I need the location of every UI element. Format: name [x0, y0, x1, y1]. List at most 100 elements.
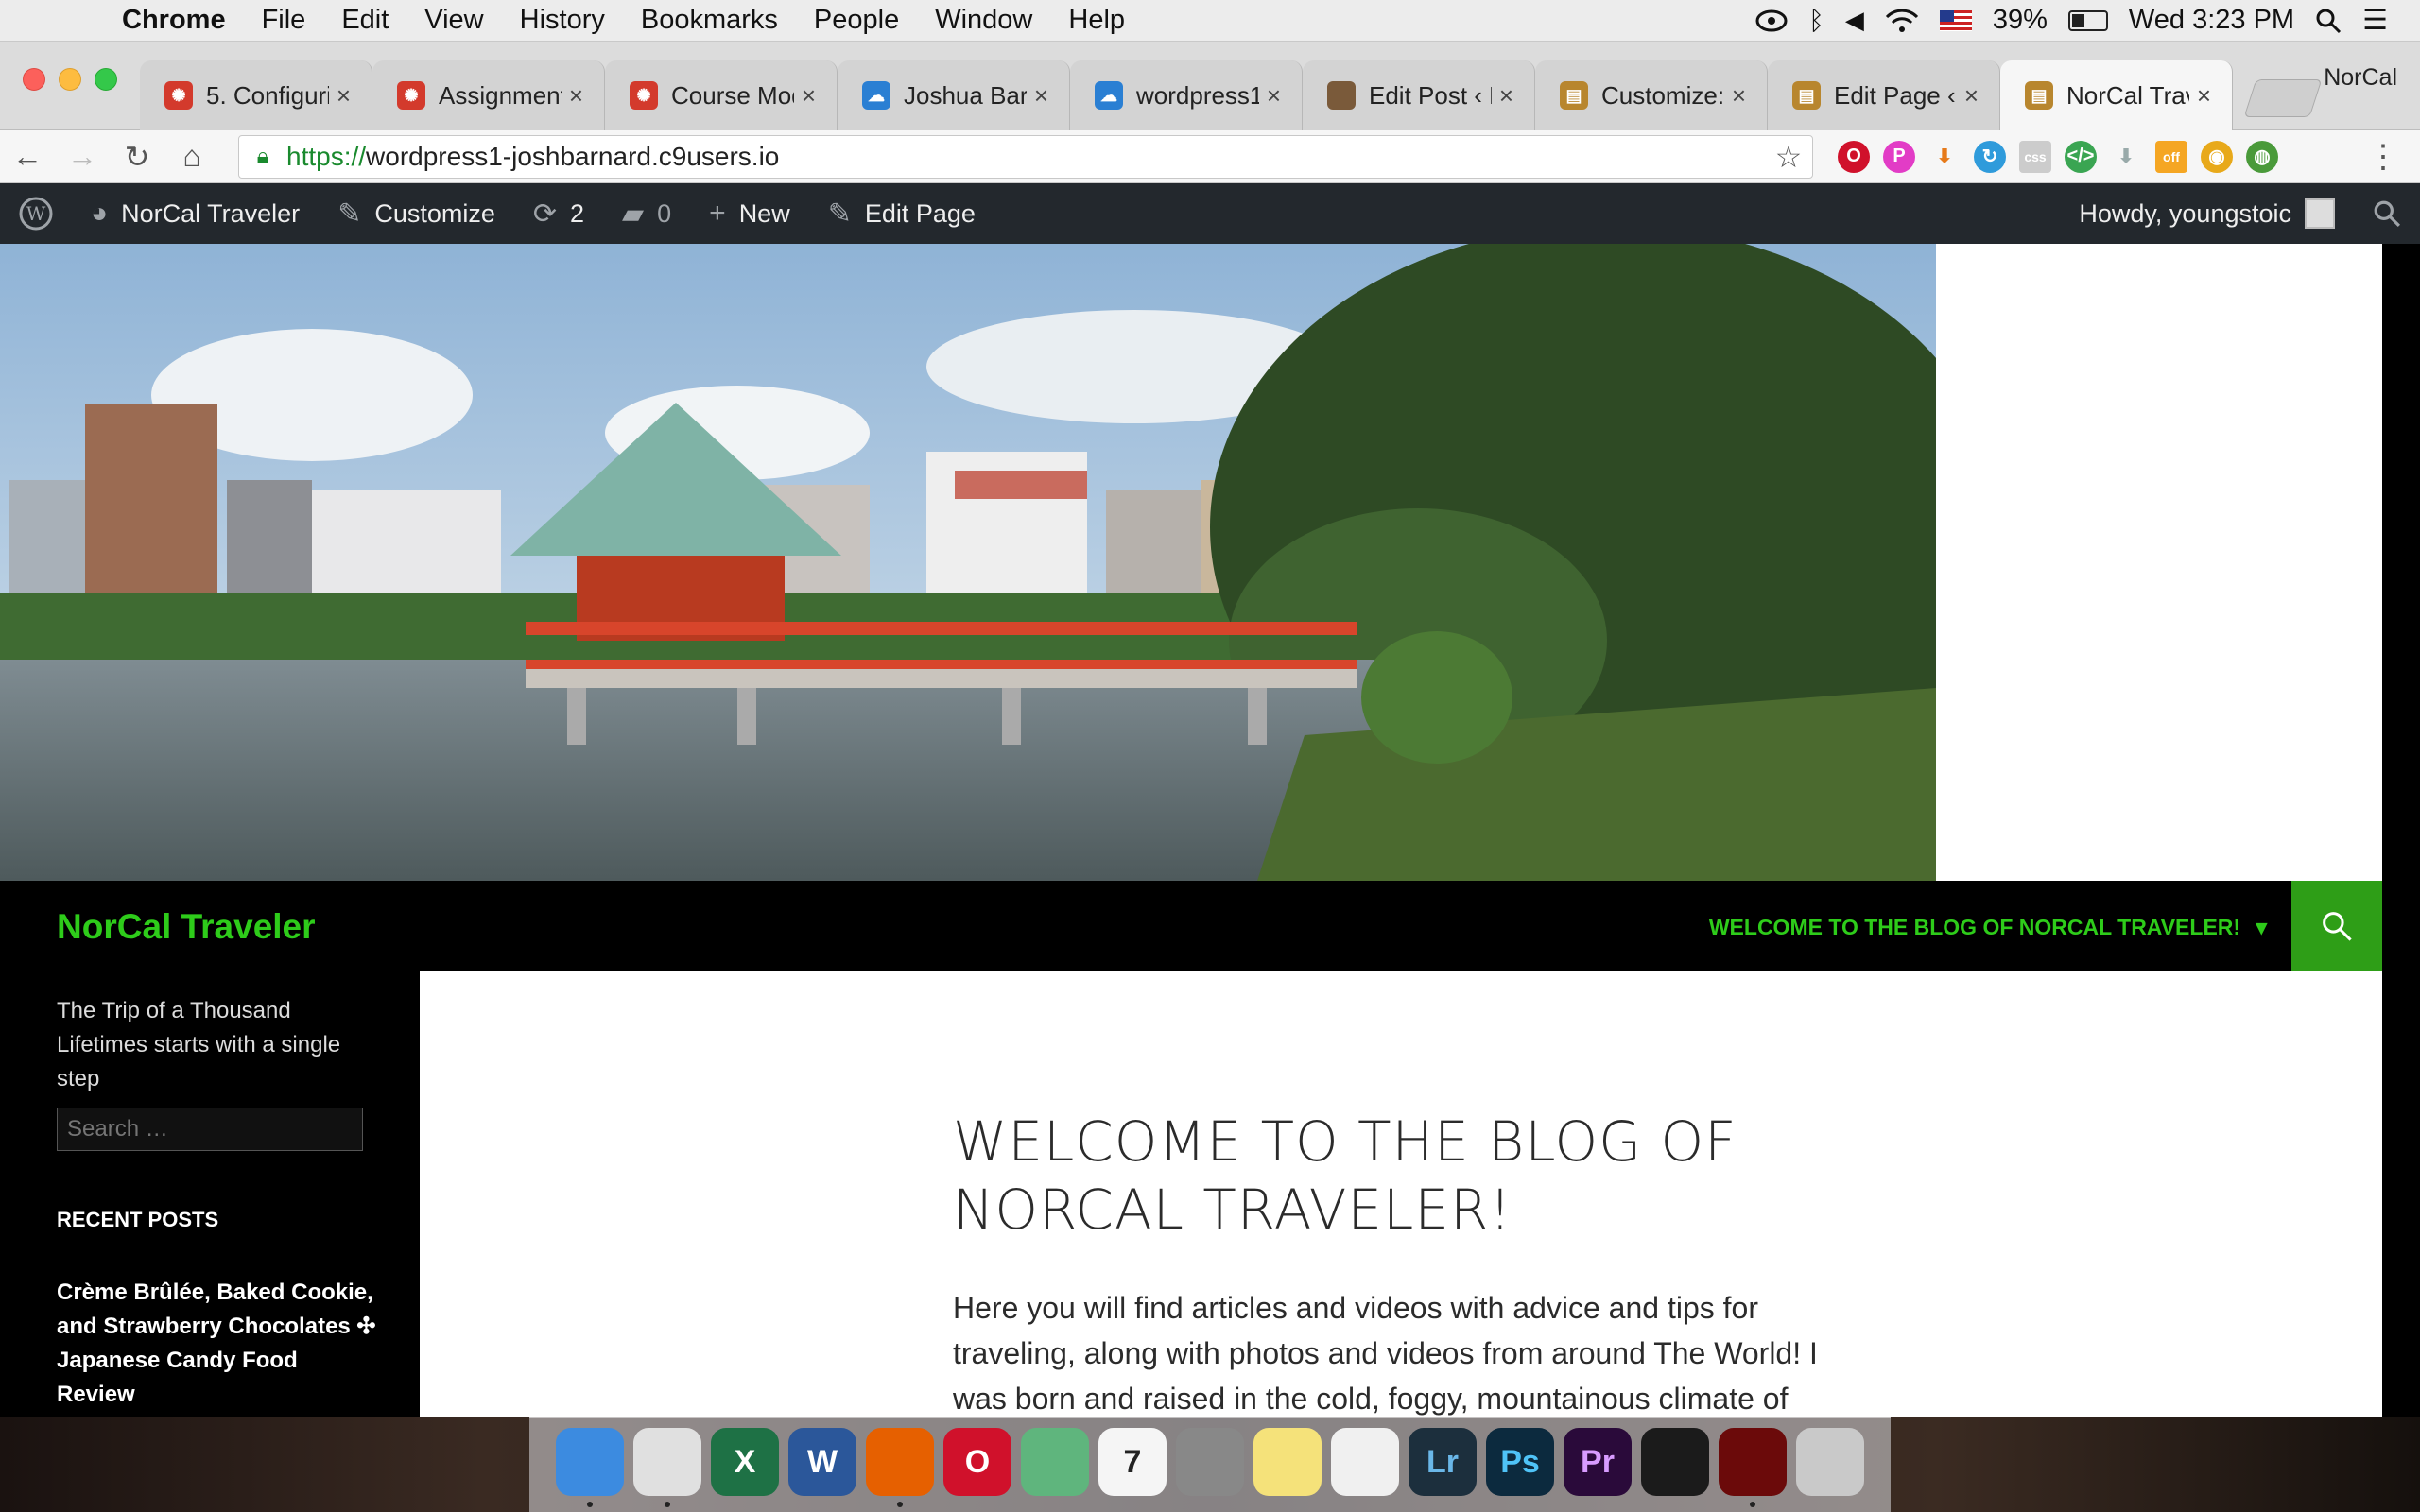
sidebar-search-input[interactable] — [57, 1108, 363, 1151]
updates-link[interactable]: ⟳ 2 — [514, 183, 603, 244]
site-title[interactable]: NorCal Traveler — [57, 907, 316, 947]
chrome-dock-icon[interactable] — [633, 1428, 701, 1507]
home-icon[interactable]: ⌂ — [164, 139, 219, 174]
photos-dock-icon[interactable] — [1331, 1428, 1399, 1496]
close-tab-icon[interactable]: × — [1732, 81, 1746, 111]
menu-help[interactable]: Help — [1050, 5, 1143, 36]
creative-cloud-icon[interactable] — [1755, 0, 1788, 42]
menu-bookmarks[interactable]: Bookmarks — [623, 5, 796, 36]
acrobat-dock-icon[interactable] — [1719, 1428, 1787, 1507]
pencil-icon: ✎ — [827, 198, 852, 230]
coupon-ext-icon[interactable]: off — [2155, 140, 2187, 173]
premiere-dock-icon[interactable]: Pr — [1564, 1428, 1632, 1496]
pushbullet-ext-icon[interactable]: P — [1883, 140, 1915, 173]
macos-menubar: Chrome File Edit View History Bookmarks … — [0, 0, 2420, 42]
bookmark-star-icon[interactable]: ☆ — [1765, 139, 1812, 175]
atom-dock-icon[interactable] — [1021, 1428, 1089, 1496]
site-search-button[interactable] — [2291, 881, 2382, 971]
excel-dock-icon[interactable]: X — [711, 1428, 779, 1496]
new-content-link[interactable]: + New — [690, 183, 809, 244]
menu-people[interactable]: People — [796, 5, 917, 36]
tab[interactable]: ▤ Customize: × — [1535, 60, 1768, 130]
account-menu[interactable]: Howdy, youngstoic — [2060, 183, 2354, 244]
menu-edit[interactable]: Edit — [323, 5, 406, 36]
clock[interactable]: Wed 3:23 PM — [2129, 0, 2294, 42]
wp-admin-bar: W ◕ NorCal Traveler ✎ Customize ⟳ 2 ▰ 0 + New… — [0, 183, 2420, 244]
close-tab-icon[interactable]: × — [2197, 81, 2211, 111]
url-host: wordpress1-joshbarnard.c9users.io — [366, 141, 780, 171]
menu-view[interactable]: View — [406, 5, 501, 36]
chrome-ext-icon[interactable]: ◉ — [2201, 140, 2233, 173]
trash-dock-icon[interactable] — [1796, 1428, 1864, 1496]
menu-history[interactable]: History — [502, 5, 623, 36]
close-tab-icon[interactable]: × — [1034, 81, 1048, 111]
tab-active[interactable]: ▤ NorCal Trave × — [2000, 60, 2233, 130]
bluetooth-icon[interactable]: ᛒ — [1808, 0, 1824, 42]
opera-dock-icon[interactable]: O — [943, 1428, 1011, 1496]
forward-icon[interactable]: → — [55, 139, 110, 174]
recent-posts-heading: RECENT POSTS — [57, 1208, 219, 1231]
css-ext-icon[interactable]: css — [2019, 140, 2051, 173]
close-tab-icon[interactable]: × — [1267, 81, 1281, 111]
reload-icon[interactable]: ↻ — [110, 139, 164, 175]
menu-file[interactable]: File — [244, 5, 324, 36]
minimize-window-icon[interactable] — [59, 68, 81, 91]
close-tab-icon[interactable]: × — [337, 81, 351, 111]
wifi-icon[interactable] — [1885, 0, 1919, 42]
lightroom-dock-icon[interactable]: Lr — [1409, 1428, 1477, 1496]
back-icon[interactable]: ← — [0, 139, 55, 174]
close-tab-icon[interactable]: × — [1499, 81, 1513, 111]
notification-center-icon[interactable]: ☰ — [2362, 0, 2388, 42]
sync-ext-icon[interactable]: ↻ — [1974, 140, 2006, 173]
terminal-dock-icon[interactable] — [1641, 1428, 1709, 1496]
globe-ext-icon[interactable]: ◍ — [2246, 140, 2278, 173]
photoshop-dock-icon[interactable]: Ps — [1486, 1428, 1554, 1496]
howdy-label: Howdy, youngstoic — [2079, 198, 2291, 228]
chrome-menu-icon[interactable]: ⋮ — [2367, 138, 2399, 176]
primary-nav-item[interactable]: WELCOME TO THE BLOG OF NORCAL TRAVELER! … — [1709, 915, 2267, 940]
save-ext-icon[interactable]: ⬇ — [2110, 141, 2142, 173]
tab[interactable]: Edit Post ‹ N× — [1303, 60, 1535, 130]
notes-dock-icon[interactable] — [1253, 1428, 1322, 1496]
tab[interactable]: ✺ Assignment × — [372, 60, 605, 130]
word-dock-icon[interactable]: W — [788, 1428, 856, 1496]
tab[interactable]: ▤ Edit Page ‹ N× — [1768, 60, 2000, 130]
edit-page-link[interactable]: ✎ Edit Page — [809, 183, 994, 244]
zoom-window-icon[interactable] — [95, 68, 117, 91]
new-tab-button[interactable] — [2243, 79, 2323, 117]
tab[interactable]: ☁ wordpress1 × — [1070, 60, 1303, 130]
tab[interactable]: ✺ 5. Configuri × — [140, 60, 372, 130]
customize-link[interactable]: ✎ Customize — [319, 183, 514, 244]
menu-app-name[interactable]: Chrome — [104, 5, 244, 36]
input-source-flag-icon[interactable] — [1939, 0, 1972, 42]
spotlight-search-icon[interactable] — [2315, 0, 2342, 42]
download-ext-icon[interactable]: ⬇ — [1928, 141, 1961, 173]
finder-dock-icon[interactable] — [556, 1428, 624, 1507]
calculator-dock-icon[interactable] — [1176, 1428, 1244, 1496]
opera-ext-icon[interactable]: O — [1838, 140, 1870, 173]
volume-icon[interactable]: ◀ — [1845, 0, 1864, 42]
tab[interactable]: ✺ Course Mod × — [605, 60, 838, 130]
battery-icon[interactable] — [2067, 0, 2108, 42]
calendar-dock-icon[interactable]: 7 — [1098, 1428, 1167, 1496]
code-ext-icon[interactable]: </> — [2065, 140, 2097, 173]
header-image[interactable] — [0, 244, 1936, 881]
admin-search-icon[interactable] — [2354, 183, 2420, 244]
profile-button[interactable]: NorCal — [2324, 64, 2397, 92]
menu-window[interactable]: Window — [917, 5, 1050, 36]
recent-post-link[interactable]: Crème Brûlée, Baked Cookie, and Strawber… — [57, 1276, 378, 1412]
close-tab-icon[interactable]: × — [569, 81, 583, 111]
tab[interactable]: ☁ Joshua Barn× — [838, 60, 1070, 130]
close-window-icon[interactable] — [23, 68, 45, 91]
chevron-down-icon: ▾ — [2256, 915, 2267, 939]
comments-link[interactable]: ▰ 0 — [603, 183, 690, 244]
firefox-dock-icon[interactable] — [866, 1428, 934, 1507]
tab-title: Course Mod — [671, 80, 794, 110]
close-tab-icon[interactable]: × — [802, 81, 816, 111]
close-tab-icon[interactable]: × — [1964, 81, 1979, 111]
entry-paragraph: Here you will find articles and videos w… — [953, 1291, 1818, 1416]
admin-site-link[interactable]: ◕ NorCal Traveler — [72, 183, 319, 244]
wordpress-logo-icon[interactable]: W — [0, 183, 72, 244]
lock-icon[interactable]: 🔒︎ — [239, 144, 286, 170]
address-bar[interactable]: 🔒︎ https:// wordpress1-joshbarnard.c9use… — [238, 134, 1813, 179]
